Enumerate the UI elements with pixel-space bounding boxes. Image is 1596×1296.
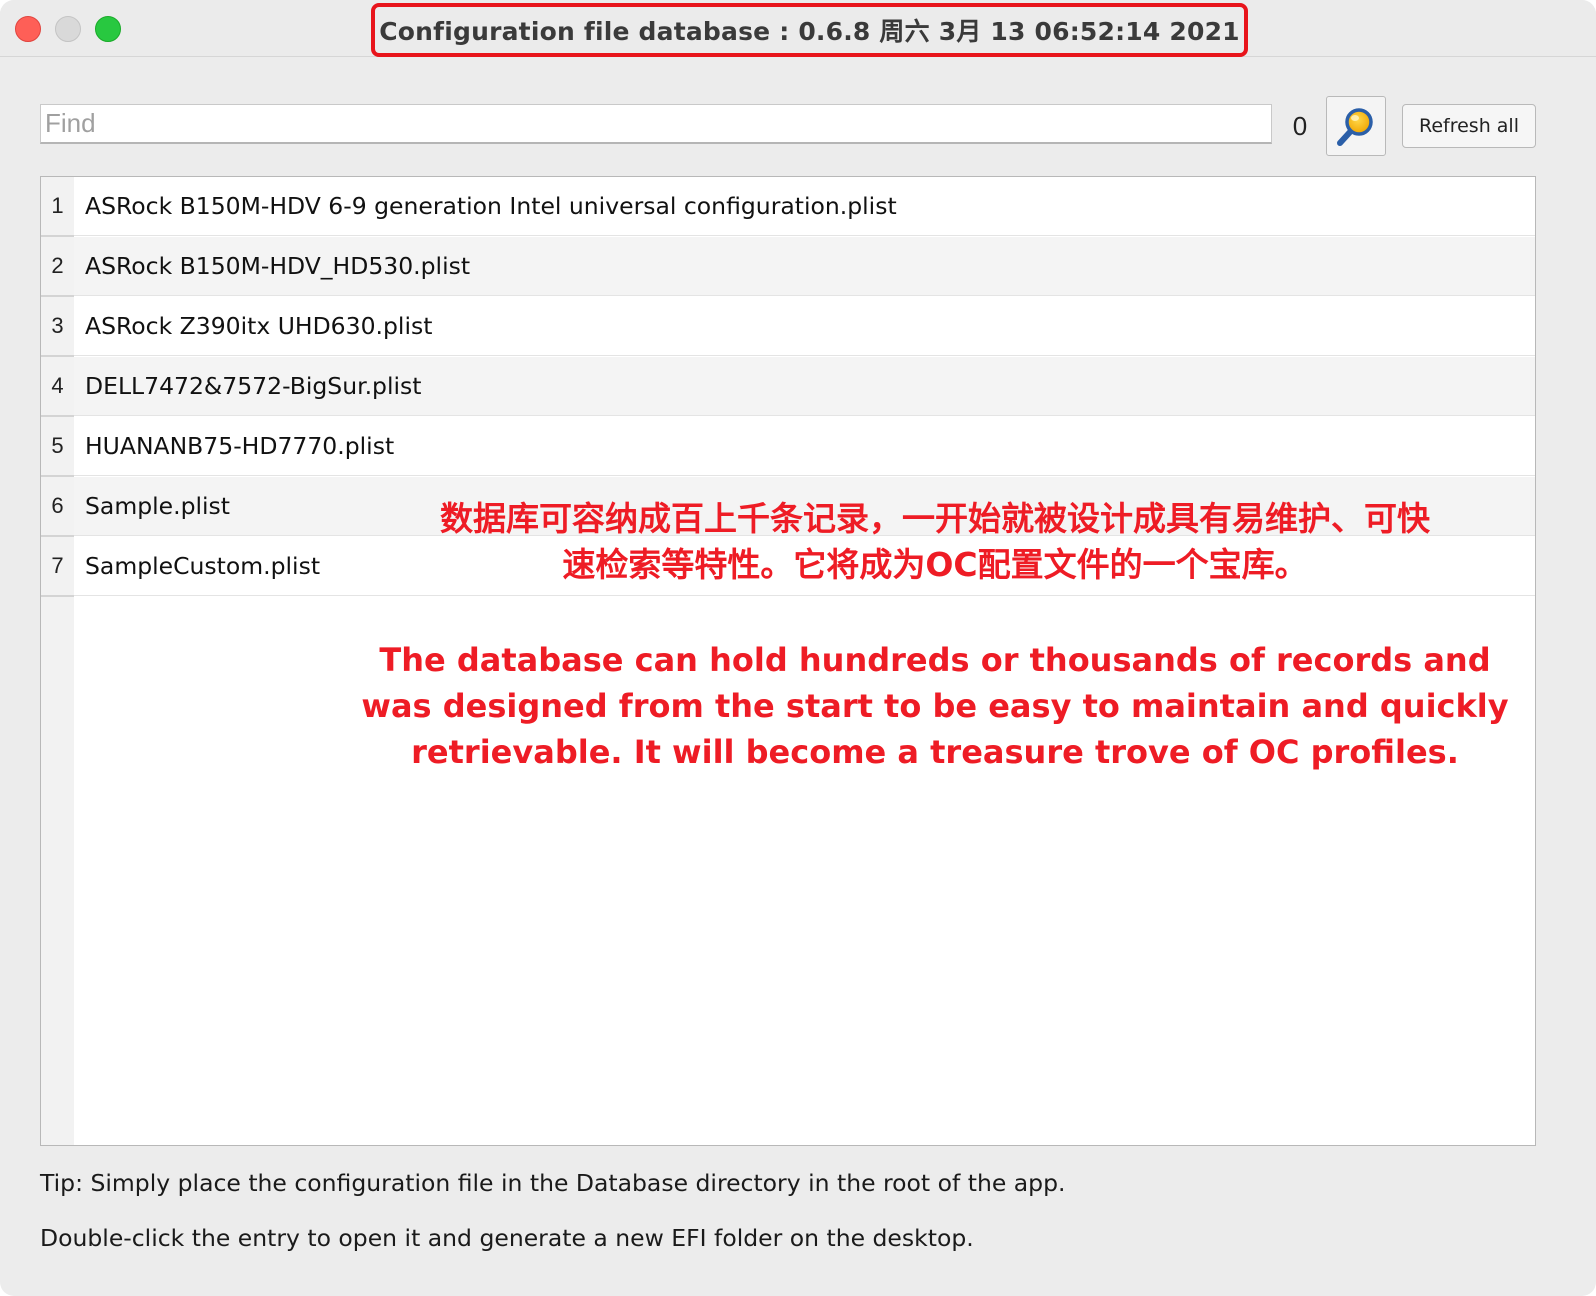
annotation-en-line: The database can hold hundreds or thousa…	[379, 641, 1491, 679]
search-button[interactable]	[1326, 96, 1386, 156]
file-name-cell[interactable]: ASRock B150M-HDV_HD530.plist	[74, 237, 1535, 296]
file-name-cell[interactable]: HUANANB75-HD7770.plist	[74, 417, 1535, 476]
find-input[interactable]	[40, 104, 1272, 144]
match-count: 0	[1292, 111, 1308, 141]
row-number: 4	[41, 357, 74, 417]
annotation-cn-line: 数据库可容纳成百上千条记录，一开始就被设计成具有易维护、可快	[440, 499, 1430, 538]
table-row[interactable]: 2 ASRock B150M-HDV_HD530.plist	[41, 237, 1535, 297]
close-window-button[interactable]	[15, 16, 41, 42]
row-number: 7	[41, 537, 74, 597]
file-name-cell[interactable]: ASRock B150M-HDV 6-9 generation Intel un…	[74, 177, 1535, 236]
minimize-window-button[interactable]	[55, 16, 81, 42]
row-number: 3	[41, 297, 74, 357]
title-highlight-box	[371, 3, 1248, 57]
table-row[interactable]: 1 ASRock B150M-HDV 6-9 generation Intel …	[41, 177, 1535, 237]
annotation-chinese: 数据库可容纳成百上千条记录，一开始就被设计成具有易维护、可快 速检索等特性。它将…	[330, 496, 1540, 588]
row-number: 1	[41, 177, 74, 237]
file-name-cell[interactable]: DELL7472&7572-BigSur.plist	[74, 357, 1535, 416]
row-number: 5	[41, 417, 74, 477]
annotation-cn-line: 速检索等特性。它将成为OC配置文件的一个宝库。	[562, 545, 1308, 584]
file-name-cell[interactable]: ASRock Z390itx UHD630.plist	[74, 297, 1535, 356]
table-row[interactable]: 5 HUANANB75-HD7770.plist	[41, 417, 1535, 477]
annotation-english: The database can hold hundreds or thousa…	[330, 637, 1540, 775]
table-row[interactable]: 3 ASRock Z390itx UHD630.plist	[41, 297, 1535, 357]
refresh-all-button[interactable]: Refresh all	[1402, 104, 1536, 148]
row-number: 6	[41, 477, 74, 537]
tip-placement: Tip: Simply place the configuration file…	[40, 1169, 1066, 1197]
title-bar: Configuration file database : 0.6.8 周六 3…	[0, 0, 1596, 57]
table-row[interactable]: 4 DELL7472&7572-BigSur.plist	[41, 357, 1535, 417]
magnifier-icon	[1335, 105, 1377, 147]
annotation-en-line: was designed from the start to be easy t…	[361, 687, 1509, 725]
tip-double-click: Double-click the entry to open it and ge…	[40, 1224, 974, 1252]
zoom-window-button[interactable]	[95, 16, 121, 42]
annotation-en-line: retrievable. It will become a treasure t…	[411, 733, 1459, 771]
app-window: Configuration file database : 0.6.8 周六 3…	[0, 0, 1596, 1296]
row-number: 2	[41, 237, 74, 297]
